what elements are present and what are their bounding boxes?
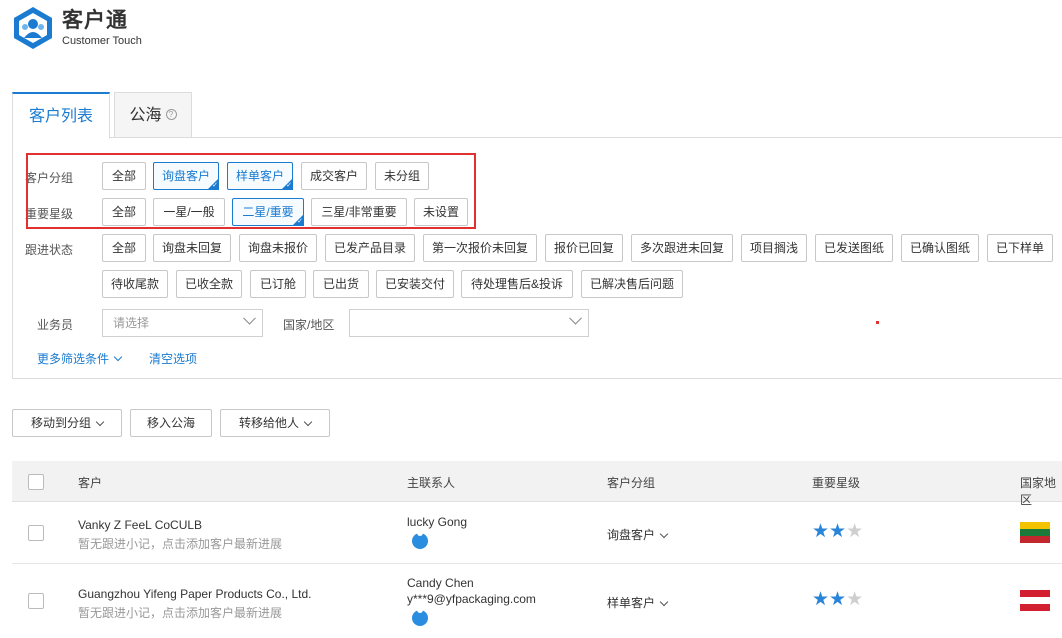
chip-follow-aftersale-pending[interactable]: 待处理售后&投诉 <box>461 270 573 298</box>
customer-name[interactable]: Guangzhou Yifeng Paper Products Co., Ltd… <box>78 587 311 601</box>
chip-follow-aftersale-solved[interactable]: 已解决售后问题 <box>581 270 683 298</box>
star-rating[interactable]: ★★★ <box>812 520 863 543</box>
group-value: 样单客户 <box>607 596 656 610</box>
chevron-down-icon <box>569 311 582 325</box>
clear-filters-link[interactable]: 清空选项 <box>149 350 197 367</box>
chevron-down-icon <box>243 311 256 325</box>
salesperson-select[interactable]: 请选择 <box>102 309 263 337</box>
follow-note[interactable]: 暂无跟进小记，点击添加客户最新进展 <box>78 535 282 552</box>
tab-customer-list-label: 客户列表 <box>28 108 93 125</box>
select-all-checkbox[interactable] <box>28 474 44 490</box>
group-select[interactable]: 样单客户 <box>607 594 669 611</box>
row-checkbox[interactable] <box>28 525 44 541</box>
chip-star-three[interactable]: 三星/非常重要 <box>311 198 407 226</box>
chip-group-inquiry[interactable]: 询盘客户 <box>153 162 219 190</box>
chevron-down-icon <box>95 417 105 427</box>
star-rating[interactable]: ★★★ <box>812 588 863 611</box>
lithuania-flag-icon <box>1020 522 1050 543</box>
chip-follow-multi[interactable]: 多次跟进未回复 <box>631 234 733 262</box>
chevron-down-icon <box>113 352 123 362</box>
austria-flag-icon <box>1020 590 1050 611</box>
th-group: 客户分组 <box>607 476 656 490</box>
move-to-group-button[interactable]: 移动到分组 <box>12 409 122 437</box>
follow-note[interactable]: 暂无跟进小记，点击添加客户最新进展 <box>78 604 282 621</box>
contact-email: y***9@yfpackaging.com <box>407 592 536 606</box>
star-empty-icon[interactable]: ★ <box>846 521 863 542</box>
chip-follow-no-reply[interactable]: 询盘未回复 <box>153 234 231 262</box>
star-filled-icon[interactable]: ★ <box>829 521 846 542</box>
brand-subtitle: Customer Touch <box>62 35 142 47</box>
chip-follow-paid[interactable]: 已收全款 <box>176 270 242 298</box>
hexagon-logo-icon <box>14 7 52 49</box>
chip-follow-shipped[interactable]: 已出货 <box>313 270 369 298</box>
transfer-label: 转移给他人 <box>238 416 299 430</box>
group-value: 询盘客户 <box>607 528 656 542</box>
chip-follow-booked[interactable]: 已订舱 <box>250 270 306 298</box>
salesperson-placeholder: 请选择 <box>113 316 150 330</box>
table-row[interactable]: Vanky Z FeeL CoCULB 暂无跟进小记，点击添加客户最新进展 lu… <box>12 502 1062 564</box>
transfer-button[interactable]: 转移给他人 <box>220 409 330 437</box>
country-select[interactable] <box>349 309 589 337</box>
th-contact: 主联系人 <box>407 476 456 490</box>
contact-name: lucky Gong <box>407 515 468 529</box>
chip-group-deal[interactable]: 成交客户 <box>301 162 367 190</box>
chip-star-unset[interactable]: 未设置 <box>414 198 468 226</box>
star-empty-icon[interactable]: ★ <box>846 589 863 610</box>
chip-follow-sample-order[interactable]: 已下样单 <box>987 234 1053 262</box>
filter-label-customer-group: 客户分组 <box>25 171 74 185</box>
th-customer: 客户 <box>78 476 103 490</box>
tab-bar: 客户列表 公海? <box>12 92 1062 139</box>
th-stars: 重要星级 <box>812 476 861 490</box>
customer-name[interactable]: Vanky Z FeeL CoCULB <box>78 518 202 532</box>
chip-group-all[interactable]: 全部 <box>102 162 146 190</box>
chip-follow-quote-replied[interactable]: 报价已回复 <box>545 234 623 262</box>
chip-follow-first-quote[interactable]: 第一次报价未回复 <box>423 234 537 262</box>
table-header: 客户 主联系人 客户分组 重要星级 国家地区 <box>12 461 1062 507</box>
chip-star-two[interactable]: 二星/重要 <box>232 198 304 226</box>
group-select[interactable]: 询盘客户 <box>607 526 669 543</box>
tab-public-sea[interactable]: 公海? <box>114 92 192 138</box>
chip-follow-catalog-sent[interactable]: 已发产品目录 <box>325 234 415 262</box>
chip-follow-stalled[interactable]: 项目搁浅 <box>741 234 807 262</box>
chip-follow-balance[interactable]: 待收尾款 <box>102 270 168 298</box>
table-row[interactable]: Guangzhou Yifeng Paper Products Co., Ltd… <box>12 564 1062 638</box>
star-filled-icon[interactable]: ★ <box>812 521 829 542</box>
tab-public-sea-label: 公海 <box>129 107 162 124</box>
chip-follow-installed[interactable]: 已安装交付 <box>376 270 454 298</box>
star-filled-icon[interactable]: ★ <box>812 589 829 610</box>
filter-label-country: 国家/地区 <box>283 318 335 332</box>
chat-icon[interactable] <box>412 530 428 549</box>
stray-red-dot <box>876 321 879 324</box>
row-checkbox[interactable] <box>28 593 44 609</box>
chevron-down-icon <box>659 529 669 539</box>
more-filters-label: 更多筛选条件 <box>37 352 110 366</box>
chip-follow-drawing-sent[interactable]: 已发送图纸 <box>815 234 893 262</box>
contact-name: Candy Chen <box>407 576 474 590</box>
chip-follow-drawing-confirmed[interactable]: 已确认图纸 <box>901 234 979 262</box>
move-to-sea-button[interactable]: 移入公海 <box>130 409 212 437</box>
filter-label-importance: 重要星级 <box>25 207 74 221</box>
chat-icon[interactable] <box>412 607 428 626</box>
more-filters-link[interactable]: 更多筛选条件 <box>37 350 123 367</box>
brand-title: 客户通 <box>62 9 128 32</box>
chip-star-one[interactable]: 一星/一般 <box>153 198 225 226</box>
chip-group-sample[interactable]: 样单客户 <box>227 162 293 190</box>
chevron-down-icon <box>659 597 669 607</box>
filter-label-salesperson: 业务员 <box>37 318 74 332</box>
tab-customer-list[interactable]: 客户列表 <box>12 92 110 139</box>
chevron-down-icon <box>303 417 313 427</box>
chip-follow-all[interactable]: 全部 <box>102 234 146 262</box>
chip-star-all[interactable]: 全部 <box>102 198 146 226</box>
chip-group-ungrouped[interactable]: 未分组 <box>375 162 429 190</box>
move-to-group-label: 移动到分组 <box>30 416 91 430</box>
question-circle-icon[interactable]: ? <box>165 109 177 120</box>
star-filled-icon[interactable]: ★ <box>829 589 846 610</box>
chip-follow-no-quote[interactable]: 询盘未报价 <box>239 234 317 262</box>
brand-logo: 客户通 Customer Touch <box>12 6 142 50</box>
filter-label-follow-status: 跟进状态 <box>25 243 74 257</box>
